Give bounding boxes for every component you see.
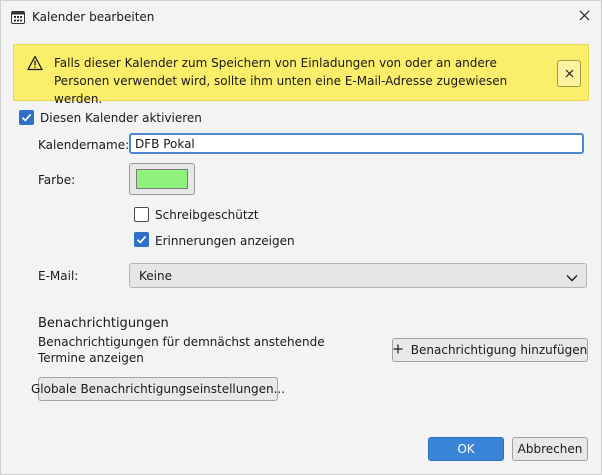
email-select[interactable]: Keine bbox=[129, 263, 587, 288]
enable-calendar-checkbox[interactable] bbox=[19, 110, 34, 125]
global-notification-settings-button[interactable]: Globale Benachrichtigungseinstellungen..… bbox=[31, 377, 285, 401]
show-reminders-label: Erinnerungen anzeigen bbox=[155, 234, 295, 248]
checkmark-icon bbox=[21, 113, 32, 122]
notifications-heading: Benachrichtigungen bbox=[38, 316, 169, 331]
email-warning-banner: Falls dieser Kalender zum Speichern von … bbox=[13, 44, 589, 106]
read-only-label: Schreibgeschützt bbox=[155, 208, 259, 222]
close-icon bbox=[565, 67, 574, 81]
ok-label: OK bbox=[457, 442, 475, 456]
title-bar: Kalender bearbeiten bbox=[1, 1, 601, 33]
calendar-icon bbox=[11, 10, 25, 24]
cancel-button[interactable]: Abbrechen bbox=[512, 437, 588, 461]
cancel-label: Abbrechen bbox=[517, 442, 583, 456]
checkmark-icon bbox=[136, 235, 147, 244]
chevron-down-icon bbox=[566, 271, 578, 285]
notifications-description: Benachrichtigungen für demnächst anstehe… bbox=[38, 335, 325, 365]
banner-close-button[interactable] bbox=[557, 60, 581, 87]
add-notification-button[interactable]: Benachrichtigung hinzufügen bbox=[392, 338, 588, 362]
color-label: Farbe: bbox=[38, 173, 76, 187]
global-notification-settings-label: Globale Benachrichtigungseinstellungen..… bbox=[30, 382, 286, 396]
add-notification-label: Benachrichtigung hinzufügen bbox=[410, 343, 588, 357]
window-close-button[interactable] bbox=[571, 5, 597, 29]
warning-message: Falls dieser Kalender zum Speichern von … bbox=[54, 56, 508, 106]
email-label: E-Mail: bbox=[38, 269, 79, 283]
color-picker-button[interactable] bbox=[129, 163, 195, 195]
email-select-value: Keine bbox=[139, 269, 172, 283]
ok-button[interactable]: OK bbox=[428, 437, 504, 461]
calendar-name-label: Kalendername: bbox=[38, 138, 130, 152]
read-only-checkbox[interactable] bbox=[134, 207, 149, 222]
warning-icon bbox=[27, 55, 43, 71]
edit-calendar-dialog: Kalender bearbeiten Falls dieser Kalende… bbox=[0, 0, 602, 475]
show-reminders-checkbox[interactable] bbox=[134, 232, 149, 247]
plus-icon bbox=[393, 344, 403, 356]
window-title: Kalender bearbeiten bbox=[32, 10, 155, 24]
color-swatch bbox=[136, 169, 188, 189]
enable-calendar-label: Diesen Kalender aktivieren bbox=[40, 111, 202, 125]
calendar-name-input[interactable] bbox=[129, 133, 584, 154]
close-icon bbox=[579, 10, 590, 24]
